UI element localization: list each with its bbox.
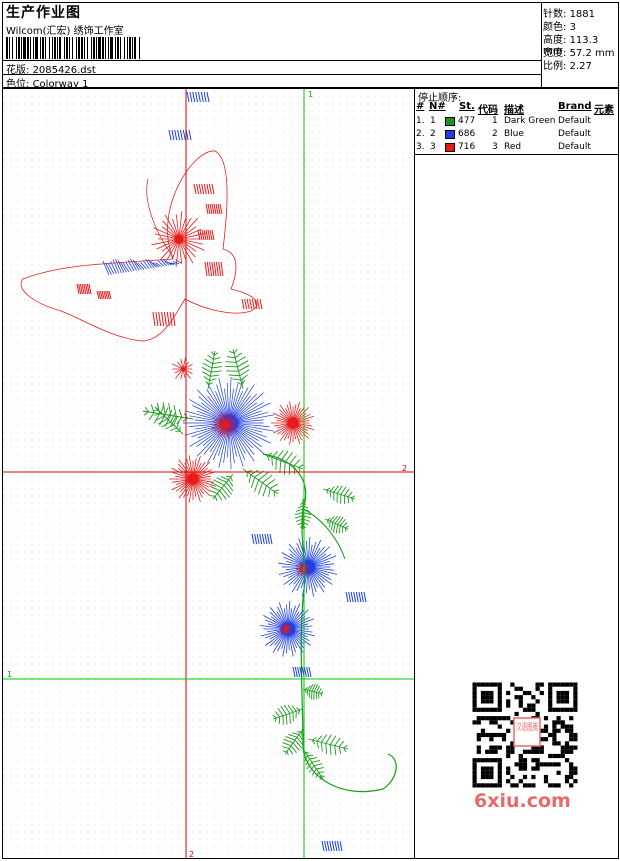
col-header: St. bbox=[459, 101, 475, 112]
embroidery-preview: 1 2 1 2 bbox=[3, 89, 414, 858]
qr-code-icon: 汉语图腾 bbox=[470, 680, 580, 790]
col-header: # bbox=[416, 101, 425, 112]
col-header: N# bbox=[429, 101, 446, 112]
stat-scale: 比例: 2.27 bbox=[543, 61, 592, 72]
col-header: 元素 bbox=[594, 105, 614, 116]
col-header: Brand bbox=[558, 101, 592, 112]
color-swatch bbox=[445, 117, 455, 126]
table-row[interactable]: 2. 2 686 2 Blue Default bbox=[414, 128, 619, 141]
col-header: 代码 bbox=[478, 105, 498, 116]
table-row[interactable]: 1. 1 477 1 Dark Green Default bbox=[414, 115, 619, 128]
table-row[interactable]: 3. 3 716 3 Red Default bbox=[414, 141, 619, 154]
guide-label: 2 bbox=[189, 850, 194, 858]
color-swatch bbox=[445, 143, 455, 152]
studio-name: Wilcom(汇宏) 绣饰工作室 bbox=[6, 26, 124, 37]
guide-label: 1 bbox=[308, 90, 313, 99]
col-header: 描述 bbox=[504, 105, 524, 116]
guide-label: 1 bbox=[7, 670, 12, 679]
table-divider bbox=[414, 154, 619, 155]
guide-label: 2 bbox=[402, 464, 407, 473]
design-canvas[interactable]: 1 2 1 2 bbox=[2, 88, 415, 859]
barcode-icon bbox=[6, 37, 140, 59]
qr-badge: 汉语图腾 bbox=[516, 721, 538, 733]
color-swatch bbox=[445, 130, 455, 139]
watermark-logo: 6xiu.com bbox=[474, 790, 571, 812]
page-title: 生产作业图 bbox=[6, 5, 81, 21]
